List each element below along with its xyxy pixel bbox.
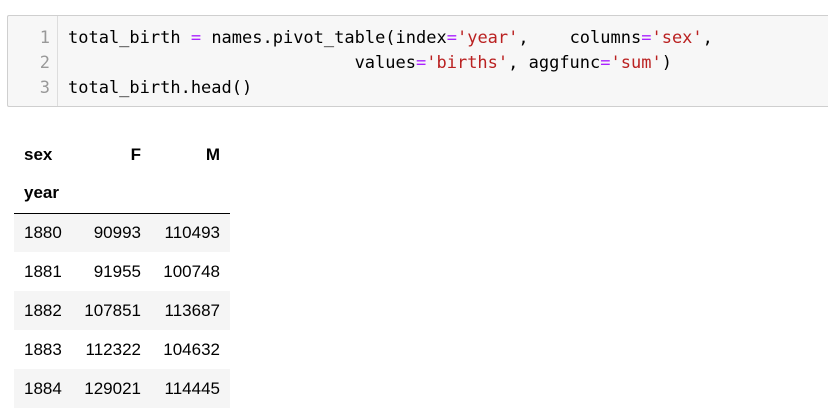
line-number-gutter: 1 2 3 <box>8 16 58 106</box>
cell-m: 100748 <box>163 261 220 281</box>
code-line-3[interactable]: total_birth.head() <box>68 76 252 101</box>
code-line-2[interactable]: values='births', aggfunc='sum') <box>68 51 672 76</box>
row-index: 1882 <box>14 291 72 330</box>
table-row: 1882 107851 113687 <box>14 291 230 330</box>
code-token: 'sex' <box>651 28 703 48</box>
code-token: names.pivot_table(index <box>201 28 447 48</box>
code-token: values <box>68 53 416 73</box>
table-row: 1880 90993 110493 <box>14 213 230 252</box>
code-token: = <box>446 28 457 48</box>
columns-name: sex <box>24 144 53 164</box>
row-index: 1883 <box>24 339 62 359</box>
code-token: total_birth <box>68 28 191 48</box>
code-token: 'sum' <box>610 53 662 73</box>
row-index: 1881 <box>24 261 62 281</box>
row-index: 1880 <box>14 213 72 252</box>
cell-m: 104632 <box>163 339 220 359</box>
code-token: , <box>702 28 713 48</box>
cell-f: 107851 <box>72 291 151 330</box>
cell-f: 91955 <box>93 261 141 281</box>
cell-f: 112322 <box>85 339 141 359</box>
code-token: , aggfunc <box>508 53 601 73</box>
row-index: 1884 <box>14 369 72 408</box>
column-header-m: M <box>205 144 220 164</box>
code-line-1[interactable]: total_birth = names.pivot_table(index='y… <box>68 26 713 51</box>
cell-m: 110493 <box>151 213 230 252</box>
index-name: year <box>14 174 72 214</box>
code-token: = <box>641 28 652 48</box>
code-token: , columns <box>518 28 642 48</box>
code-token: total_birth.head() <box>68 78 253 98</box>
line-number: 3 <box>39 78 50 98</box>
code-token: = <box>600 53 611 73</box>
cell-f: 90993 <box>72 213 151 252</box>
line-number: 2 <box>39 53 50 73</box>
code-token: 'year' <box>456 28 519 48</box>
columns-header-row: sex F M <box>14 135 230 174</box>
code-token: 'births' <box>426 53 509 73</box>
code-token: = <box>416 53 427 73</box>
empty-header-cell <box>151 174 230 214</box>
table-row: 1883 112322 104632 <box>14 330 230 369</box>
code-cell[interactable]: 1 2 3 total_birth = names.pivot_table(in… <box>7 15 828 107</box>
empty-header-cell <box>72 174 151 214</box>
index-name-row: year <box>14 174 230 214</box>
line-number: 1 <box>39 28 50 48</box>
code-token: ) <box>661 53 672 73</box>
cell-m: 113687 <box>151 291 230 330</box>
table-row: 1884 129021 114445 <box>14 369 230 408</box>
dataframe-output: sex F M year 1880 90993 110493 1881 9195… <box>14 135 230 408</box>
column-header-f: F <box>130 144 141 164</box>
cell-m: 114445 <box>151 369 230 408</box>
code-token: = <box>190 28 202 48</box>
table-row: 1881 91955 100748 <box>14 252 230 291</box>
cell-f: 129021 <box>72 369 151 408</box>
